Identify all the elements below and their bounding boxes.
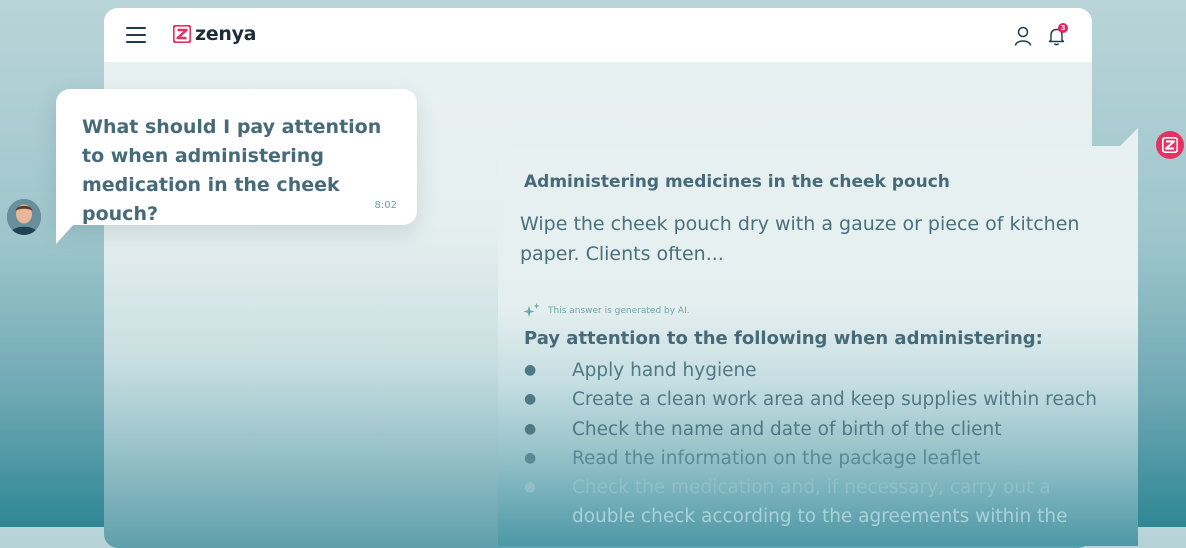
list-heading: Pay attention to the following when admi…: [524, 328, 1043, 349]
zenya-avatar: [1156, 131, 1184, 159]
zenya-logo-icon: [1162, 137, 1178, 153]
ai-note-text: This answer is generated by AI.: [548, 306, 690, 316]
question-bubble: What should I pay attention to when admi…: [56, 89, 417, 225]
list-item: ● Read the information on the package lea…: [524, 447, 981, 469]
answer-bubble-tail: [1120, 128, 1138, 146]
question-bubble-tail: [56, 224, 74, 244]
zenya-logo-icon: [173, 25, 191, 43]
ai-note: This answer is generated by AI.: [522, 302, 690, 320]
message-time: 8:02: [374, 200, 397, 211]
list-item: ● Create a clean work area and keep suppl…: [524, 389, 1097, 411]
answer-title: Administering medicines in the cheek pou…: [524, 172, 950, 192]
brand-name: zenya: [195, 23, 257, 45]
notifications-button[interactable]: 3: [1046, 23, 1068, 47]
list-item: ● Apply hand hygiene: [524, 360, 757, 381]
attention-list: ● Apply hand hygiene ● Create a clean work…: [524, 356, 1124, 532]
answer-snippet: Wipe the cheek pouch dry with a gauze or…: [520, 213, 1080, 265]
user-icon[interactable]: [1014, 26, 1032, 46]
list-item: double check according to the agreements…: [572, 506, 1068, 528]
notification-badge: 3: [1058, 23, 1068, 33]
avatar: [7, 199, 41, 235]
list-item: ● Check the name and date of birth of the…: [524, 418, 1002, 440]
zenya-logo[interactable]: zenya: [173, 23, 256, 45]
top-bar: zenya 3: [104, 8, 1092, 62]
list-item: ● Check the medication and, if necessary,…: [524, 477, 1051, 499]
question-text: What should I pay attention to when admi…: [82, 116, 382, 225]
answer-bubble: Administering medicines in the cheek pou…: [498, 146, 1138, 546]
menu-icon[interactable]: [126, 27, 146, 43]
sparkle-icon: [523, 303, 540, 317]
